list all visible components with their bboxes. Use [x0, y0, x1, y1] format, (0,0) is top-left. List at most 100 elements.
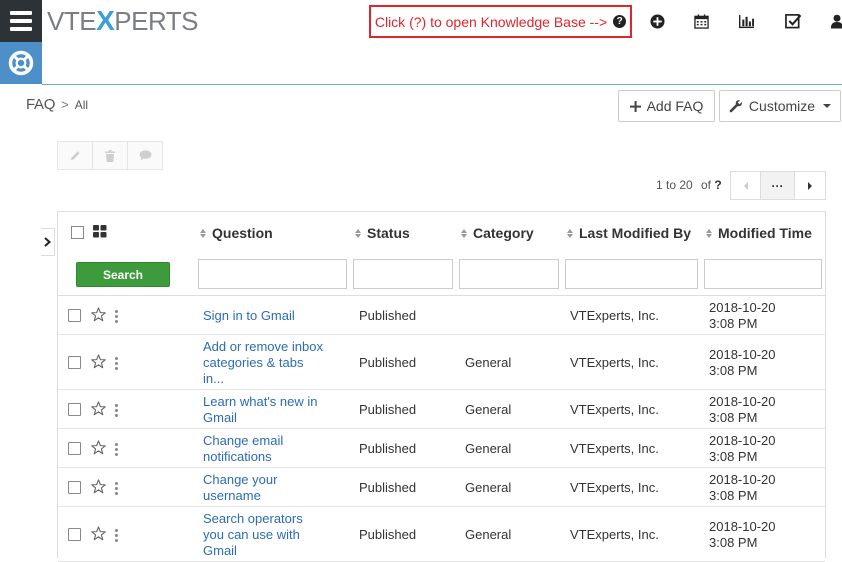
more-actions-icon[interactable]: [115, 309, 119, 323]
breadcrumb-view[interactable]: All: [75, 98, 88, 112]
star-icon[interactable]: [91, 306, 106, 322]
modified-time: 3:08 PM: [709, 448, 758, 464]
trash-icon: [105, 149, 115, 162]
modified-by-cell: VTExperts, Inc.: [570, 479, 659, 495]
column-header-status[interactable]: Status: [355, 225, 410, 241]
question-link[interactable]: Add or remove inbox categories & tabs in…: [203, 339, 323, 387]
ellipsis-icon: ···: [771, 178, 784, 193]
question-link[interactable]: Change email notifications: [203, 433, 323, 465]
menu-toggle-button[interactable]: [0, 0, 42, 42]
table-row[interactable]: Sign in to Gmail Published VTExperts, In…: [58, 296, 825, 335]
modified-date: 2018-10-20: [709, 471, 776, 487]
column-header-modified-time[interactable]: Modified Time: [706, 225, 812, 241]
search-button[interactable]: Search: [76, 262, 170, 287]
add-faq-label: Add FAQ: [646, 98, 704, 114]
modified-time: 3:08 PM: [709, 315, 758, 331]
category-cell: General: [465, 526, 512, 542]
status-filter-input[interactable]: [353, 259, 453, 289]
bar-chart-icon[interactable]: [737, 12, 755, 30]
lifebuoy-button[interactable]: [0, 42, 42, 84]
table-row[interactable]: Change email notifications Published Gen…: [58, 429, 825, 468]
breadcrumb-separator: >: [61, 97, 69, 112]
table-border: [825, 211, 826, 558]
question-circle-icon[interactable]: ?: [613, 15, 627, 28]
table-row[interactable]: Learn what's new in Gmail Published Gene…: [58, 390, 825, 429]
checkbox-icon[interactable]: [784, 12, 802, 30]
modified-time-cell: 2018-10-20 3:08 PM: [709, 347, 819, 379]
more-actions-icon[interactable]: [115, 403, 119, 417]
comment-icon: [139, 150, 151, 161]
star-icon[interactable]: [91, 353, 106, 369]
sort-icon: [461, 228, 467, 238]
next-page-button[interactable]: [794, 171, 826, 200]
knowledge-base-hint: Click (?) to open Knowledge Base --> ?: [369, 5, 632, 38]
comment-button[interactable]: [127, 141, 163, 170]
category-filter-input[interactable]: [459, 259, 559, 289]
question-filter-input[interactable]: [198, 259, 347, 289]
user-icon[interactable]: [828, 12, 842, 30]
row-checkbox[interactable]: [68, 308, 81, 322]
breadcrumb: FAQ > All: [26, 96, 88, 113]
caret-left-icon: [743, 181, 748, 190]
vtexperts-logo[interactable]: VTE X PERTS: [47, 5, 198, 36]
row-checkbox[interactable]: [68, 402, 81, 416]
last-modified-by-filter-input[interactable]: [565, 259, 698, 289]
question-link[interactable]: Learn what's new in Gmail: [203, 394, 323, 426]
column-header-label: Modified Time: [718, 225, 812, 241]
modified-by-cell: VTExperts, Inc.: [570, 401, 659, 417]
category-cell: General: [465, 479, 512, 495]
knowledge-base-hint-text: Click (?) to open Knowledge Base -->: [374, 13, 608, 30]
status-cell: Published: [359, 354, 417, 370]
add-faq-button[interactable]: Add FAQ: [618, 90, 715, 122]
status-cell: Published: [359, 479, 417, 495]
more-actions-icon[interactable]: [115, 442, 119, 456]
customize-button[interactable]: Customize: [719, 90, 841, 122]
previous-page-button[interactable]: [730, 171, 761, 200]
modified-time-filter-input[interactable]: [704, 259, 822, 289]
modified-date: 2018-10-20: [709, 299, 776, 315]
modified-time-cell: 2018-10-20 3:08 PM: [709, 300, 819, 332]
more-actions-icon[interactable]: [115, 528, 119, 542]
row-checkbox[interactable]: [68, 480, 81, 494]
modified-by-cell: VTExperts, Inc.: [570, 526, 659, 542]
table-row[interactable]: Change your username Published General V…: [58, 468, 825, 507]
star-icon[interactable]: [91, 400, 106, 416]
modified-date: 2018-10-20: [709, 346, 776, 362]
page-jump-button[interactable]: ···: [760, 171, 795, 200]
modified-time: 3:08 PM: [709, 487, 758, 503]
sort-icon: [355, 228, 361, 238]
lifebuoy-icon: [8, 50, 34, 76]
record-actions: [57, 141, 163, 170]
table-row[interactable]: Search operators you can use with Gmail …: [58, 507, 825, 562]
pagination-total[interactable]: of ?: [701, 178, 722, 192]
star-icon[interactable]: [91, 478, 106, 494]
question-link[interactable]: Change your username: [203, 472, 323, 504]
table-border: [57, 211, 826, 212]
star-icon[interactable]: [91, 439, 106, 455]
plus-circle-icon[interactable]: [648, 12, 666, 30]
question-link[interactable]: Search operators you can use with Gmail: [203, 511, 323, 559]
question-link[interactable]: Sign in to Gmail: [203, 308, 323, 324]
row-checkbox[interactable]: [68, 355, 81, 369]
caret-right-icon: [808, 181, 812, 190]
breadcrumb-module[interactable]: FAQ: [26, 96, 55, 113]
row-checkbox[interactable]: [68, 527, 81, 541]
modified-time: 3:08 PM: [709, 362, 758, 378]
calendar-icon[interactable]: [692, 12, 710, 30]
table-row[interactable]: Add or remove inbox categories & tabs in…: [58, 335, 825, 390]
toggle-sidebar-button[interactable]: [41, 228, 55, 256]
column-header-last-modified-by[interactable]: Last Modified By: [567, 225, 691, 241]
edit-button[interactable]: [57, 141, 93, 170]
logo-text-part: VTE: [47, 5, 97, 36]
column-header-question[interactable]: Question: [200, 225, 273, 241]
column-layout-icon[interactable]: [93, 225, 107, 241]
customize-label: Customize: [748, 98, 816, 114]
row-checkbox[interactable]: [68, 441, 81, 455]
more-actions-icon[interactable]: [115, 481, 119, 495]
column-header-label: Last Modified By: [579, 225, 692, 241]
column-header-category[interactable]: Category: [461, 225, 534, 241]
star-icon[interactable]: [91, 525, 106, 541]
more-actions-icon[interactable]: [115, 356, 119, 370]
delete-button[interactable]: [92, 141, 128, 170]
select-all-checkbox[interactable]: [71, 226, 84, 239]
